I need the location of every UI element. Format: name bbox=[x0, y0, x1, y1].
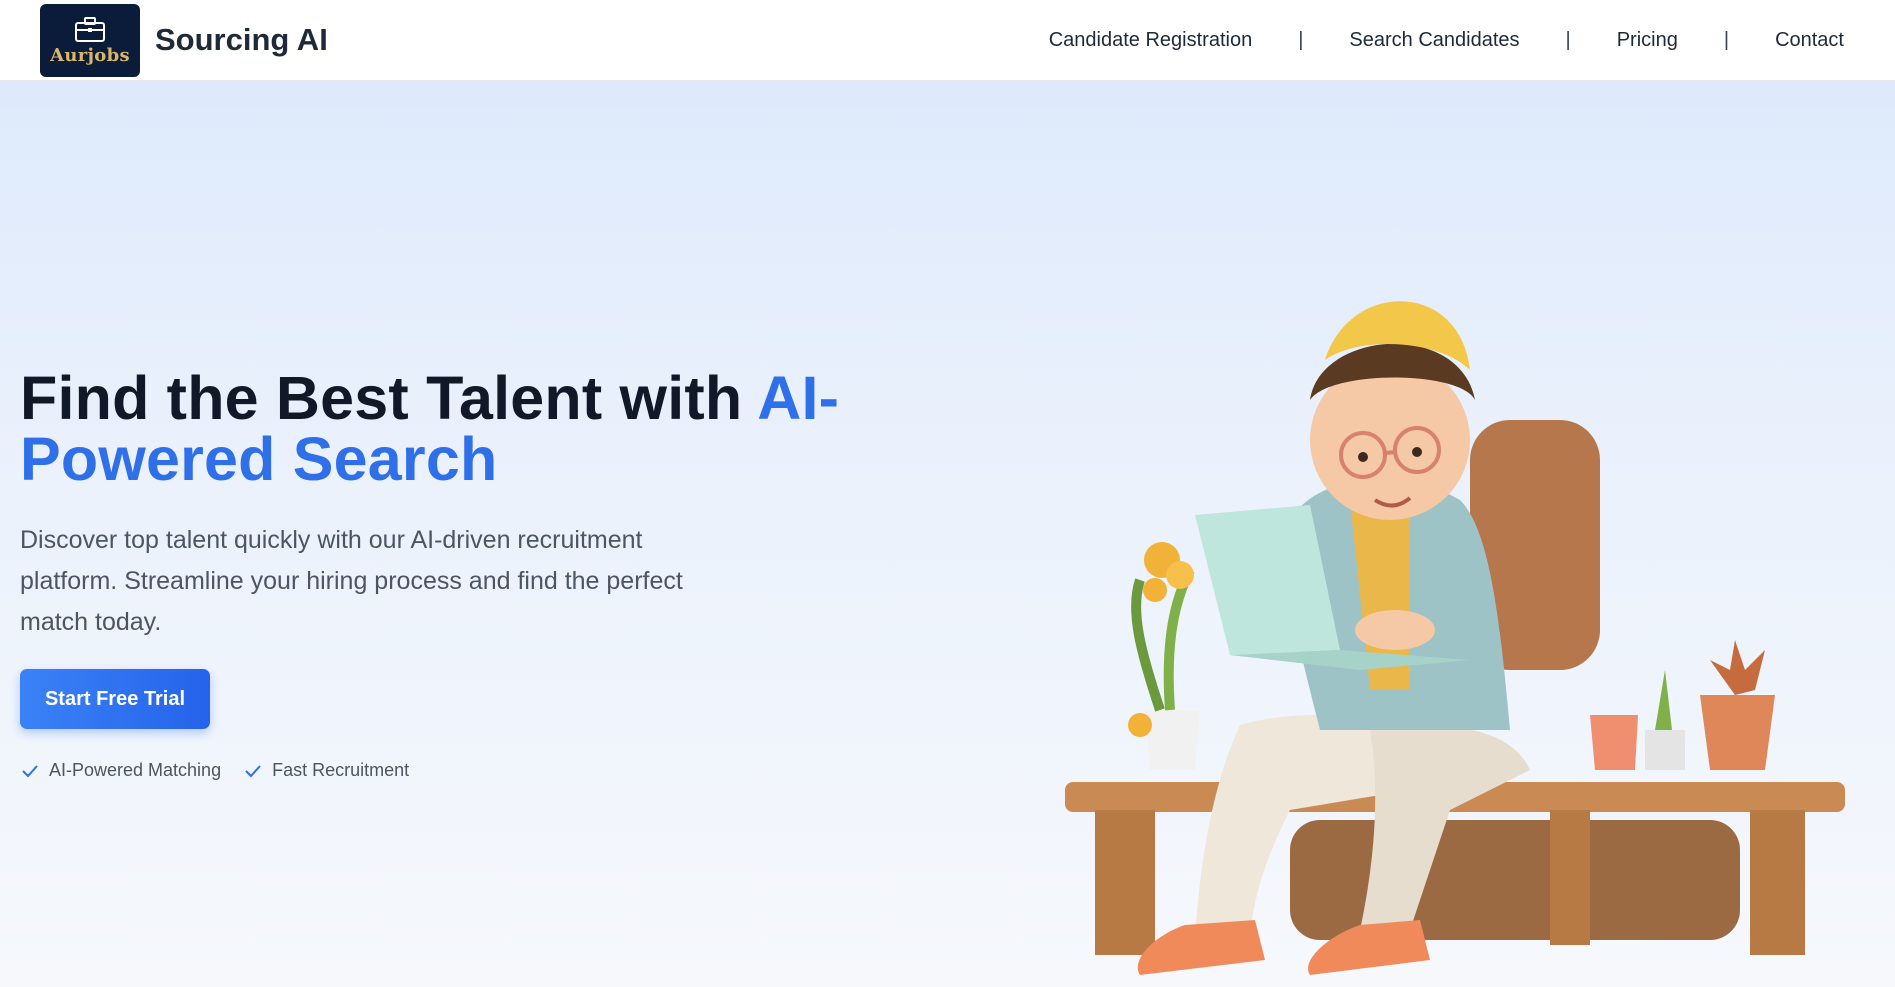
feature-item: Fast Recruitment bbox=[243, 760, 409, 781]
check-icon bbox=[245, 764, 261, 777]
main-nav: Candidate Registration | Search Candidat… bbox=[1049, 0, 1844, 81]
start-free-trial-button[interactable]: Start Free Trial bbox=[20, 669, 210, 729]
nav-pricing[interactable]: Pricing bbox=[1617, 29, 1678, 52]
feature-label: AI-Powered Matching bbox=[49, 760, 222, 780]
check-icon bbox=[22, 764, 38, 777]
logo[interactable]: Aurjobs bbox=[40, 4, 140, 77]
hero-illustration bbox=[1065, 301, 1845, 975]
feature-item: AI-Powered Matching bbox=[20, 760, 221, 781]
nav-candidate-registration[interactable]: Candidate Registration bbox=[1049, 29, 1252, 52]
hero-title: Find the Best Talent with AI-Powered Sea… bbox=[20, 368, 920, 490]
logo-text: Aurjobs bbox=[50, 45, 130, 66]
plant-left-graphic bbox=[1128, 542, 1200, 770]
hero-description: Discover top talent quickly with our AI-… bbox=[20, 526, 683, 636]
nav-separator: | bbox=[1723, 29, 1730, 51]
feature-label: Fast Recruitment bbox=[272, 760, 410, 780]
nav-contact[interactable]: Contact bbox=[1775, 29, 1844, 52]
nav-separator: | bbox=[1298, 29, 1304, 51]
feature-list: AI-Powered Matching Fast Recruitment bbox=[20, 760, 431, 781]
brand-name[interactable]: Sourcing AI bbox=[155, 22, 328, 58]
plant-right-graphic bbox=[1590, 640, 1775, 770]
hero-title-prefix: Find the Best Talent with bbox=[20, 364, 758, 432]
briefcase-icon bbox=[75, 17, 105, 42]
nav-search-candidates[interactable]: Search Candidates bbox=[1349, 29, 1519, 52]
top-navbar: Aurjobs Sourcing AI Candidate Registrati… bbox=[0, 0, 1895, 81]
nav-separator: | bbox=[1565, 29, 1571, 51]
